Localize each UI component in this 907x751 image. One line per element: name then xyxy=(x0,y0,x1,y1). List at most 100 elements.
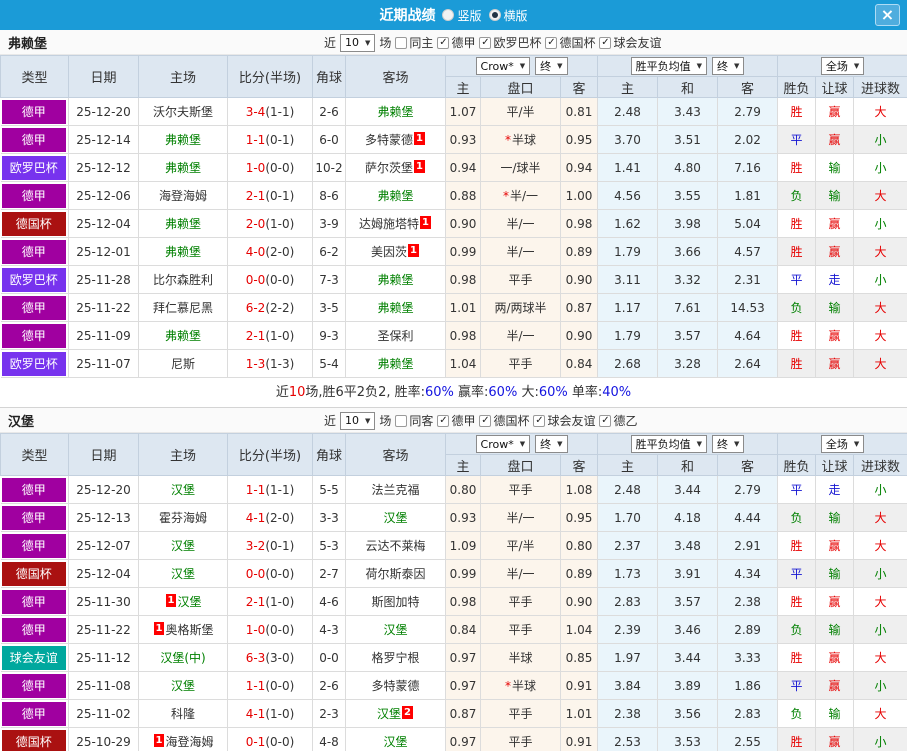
ah-home-odds: 0.99 xyxy=(445,237,481,266)
checkbox-checked-icon[interactable] xyxy=(545,36,558,49)
result-handicap: 赢 xyxy=(815,125,855,154)
result-goals: 大 xyxy=(853,181,907,210)
checkbox-checked-icon[interactable] xyxy=(599,414,612,427)
odds-home: 2.38 xyxy=(597,699,659,728)
team-name: 汉堡 xyxy=(8,414,35,430)
team-name-text: 斯图加特 xyxy=(371,595,420,609)
result-handicap: 输 xyxy=(815,559,855,588)
odds-home: 2.39 xyxy=(597,615,659,644)
halftime-score: (0-0) xyxy=(265,622,295,637)
match-date: 25-11-09 xyxy=(68,321,139,350)
checkbox-checked-icon[interactable] xyxy=(437,36,450,49)
league-filter[interactable]: 德国杯 xyxy=(545,34,595,51)
league-filter[interactable]: 球会友谊 xyxy=(533,412,595,429)
bookmaker-select[interactable]: Crow* ▼ xyxy=(475,57,531,75)
col-type: 类型 xyxy=(0,433,69,476)
checkbox-checked-icon[interactable] xyxy=(437,414,450,427)
match-score: 2-0(1-0) xyxy=(227,209,313,238)
checkbox-checked-icon[interactable] xyxy=(599,36,612,49)
result-wdl: 胜 xyxy=(777,237,817,266)
odds-draw: 4.80 xyxy=(657,153,719,182)
match-row: 德甲 25-11-09 弗赖堡 2-1(1-0) 9-3 圣保利 0.98 半/… xyxy=(0,321,907,350)
odds-home: 2.37 xyxy=(597,531,659,560)
checkbox-checked-icon[interactable] xyxy=(533,414,546,427)
radio-horizontal[interactable]: 横版 xyxy=(488,7,528,24)
col-score: 比分(半场) xyxy=(227,433,313,476)
league-filter[interactable]: 德乙 xyxy=(599,412,638,429)
ah-home-odds: 0.93 xyxy=(445,503,481,532)
odds-home: 1.62 xyxy=(597,209,659,238)
match-count-select[interactable]: 10 ▼ xyxy=(340,33,376,52)
result-wdl: 胜 xyxy=(777,587,817,616)
team-name-text: 沃尔夫斯堡 xyxy=(152,105,213,119)
home-team: 弗赖堡 xyxy=(138,125,228,154)
fulltime-score: 1-1 xyxy=(245,482,266,497)
full-match-select[interactable]: 全场 ▼ xyxy=(820,435,865,453)
ah-line-text: 一/球半 xyxy=(500,161,541,175)
final-select[interactable]: 终 ▼ xyxy=(712,57,745,75)
league-filter[interactable]: 球会友谊 xyxy=(599,34,662,51)
section-header: 汉堡 近 10 ▼ 场 同客 德甲 德国杯 球会友谊 德乙 xyxy=(0,408,907,433)
checkbox-checked-icon[interactable] xyxy=(479,414,492,427)
radio-unselected-icon[interactable] xyxy=(442,9,455,21)
col-home: 主场 xyxy=(138,55,228,98)
handicap-dropdowns: Crow* ▼ 终 ▼ xyxy=(444,433,599,455)
away-team: 圣保利 xyxy=(345,321,446,350)
league-filter[interactable]: 欧罗巴杯 xyxy=(479,34,541,51)
match-row: 欧罗巴杯 25-11-28 比尔森胜利 0-0(0-0) 7-3 弗赖堡 0.9… xyxy=(0,265,907,294)
ah-away-odds: 0.95 xyxy=(559,125,599,154)
ah-line: 平手 xyxy=(480,615,561,644)
ah-line: 平手 xyxy=(480,727,561,751)
radio-selected-icon[interactable] xyxy=(488,9,501,21)
halftime-score: (2-0) xyxy=(265,244,295,259)
league-filter[interactable]: 德甲 xyxy=(437,412,475,429)
col-odds-draw: 和 xyxy=(657,76,719,98)
corner-score: 2-6 xyxy=(312,97,346,126)
home-team: 比尔森胜利 xyxy=(138,265,228,294)
match-date: 25-11-22 xyxy=(68,615,139,644)
ah-away-odds: 1.08 xyxy=(559,475,599,504)
same-venue-filter[interactable]: 同主 xyxy=(395,34,433,51)
match-row: 德甲 25-12-13 霍芬海姆 4-1(2-0) 3-3 汉堡 0.93 半/… xyxy=(0,503,907,532)
halftime-score: (0-0) xyxy=(265,678,295,693)
radio-vertical[interactable]: 竖版 xyxy=(442,7,482,24)
wdl-average-select[interactable]: 胜平负均值 ▼ xyxy=(630,57,708,75)
bookmaker-select[interactable]: Crow* ▼ xyxy=(475,435,531,453)
final-select[interactable]: 终 ▼ xyxy=(535,57,568,75)
summary-segment: 60% xyxy=(488,385,518,400)
full-match-select-value: 全场 xyxy=(825,60,848,73)
league-filter[interactable]: 德甲 xyxy=(437,34,475,51)
col-corner: 角球 xyxy=(312,55,346,98)
odds-away: 4.64 xyxy=(717,321,779,350)
result-handicap: 输 xyxy=(815,293,855,322)
full-match-select[interactable]: 全场 ▼ xyxy=(820,57,865,75)
halftime-score: (0-1) xyxy=(265,538,295,553)
checkbox-unchecked-icon[interactable] xyxy=(395,36,408,49)
wdl-average-select[interactable]: 胜平负均值 ▼ xyxy=(630,435,708,453)
league-filter[interactable]: 德国杯 xyxy=(479,412,529,429)
same-venue-filter[interactable]: 同客 xyxy=(395,412,433,429)
checkbox-checked-icon[interactable] xyxy=(479,36,492,49)
odds-draw: 3.44 xyxy=(657,643,719,672)
odds-draw: 3.53 xyxy=(657,727,719,751)
odds-draw: 3.57 xyxy=(657,321,719,350)
odds-away: 4.34 xyxy=(717,559,779,588)
team-name-text: 汉堡 xyxy=(383,735,408,749)
same-venue-label: 同主 xyxy=(409,36,434,50)
final-select[interactable]: 终 ▼ xyxy=(712,435,745,453)
dropdown-arrow-icon: ▼ xyxy=(734,440,740,448)
result-handicap: 赢 xyxy=(815,643,855,672)
odds-away: 4.57 xyxy=(717,237,779,266)
team-name-text: 荷尔斯泰因 xyxy=(365,567,426,581)
match-row: 德甲 25-11-30 1 汉堡 2-1(1-0) 4-6 斯图加特 0.98 平… xyxy=(0,587,907,616)
league-filter-label: 德甲 xyxy=(451,414,476,428)
match-count-select[interactable]: 10 ▼ xyxy=(340,411,376,430)
result-wdl: 平 xyxy=(777,559,817,588)
final-select-value: 终 xyxy=(540,60,552,73)
ah-line: 半/一 xyxy=(480,237,561,266)
match-date: 25-12-06 xyxy=(68,181,139,210)
final-select[interactable]: 终 ▼ xyxy=(535,435,568,453)
close-button[interactable]: × xyxy=(875,4,900,26)
checkbox-unchecked-icon[interactable] xyxy=(395,414,408,427)
match-row: 欧罗巴杯 25-11-07 尼斯 1-3(1-3) 5-4 弗赖堡 1.04 平… xyxy=(0,349,907,378)
